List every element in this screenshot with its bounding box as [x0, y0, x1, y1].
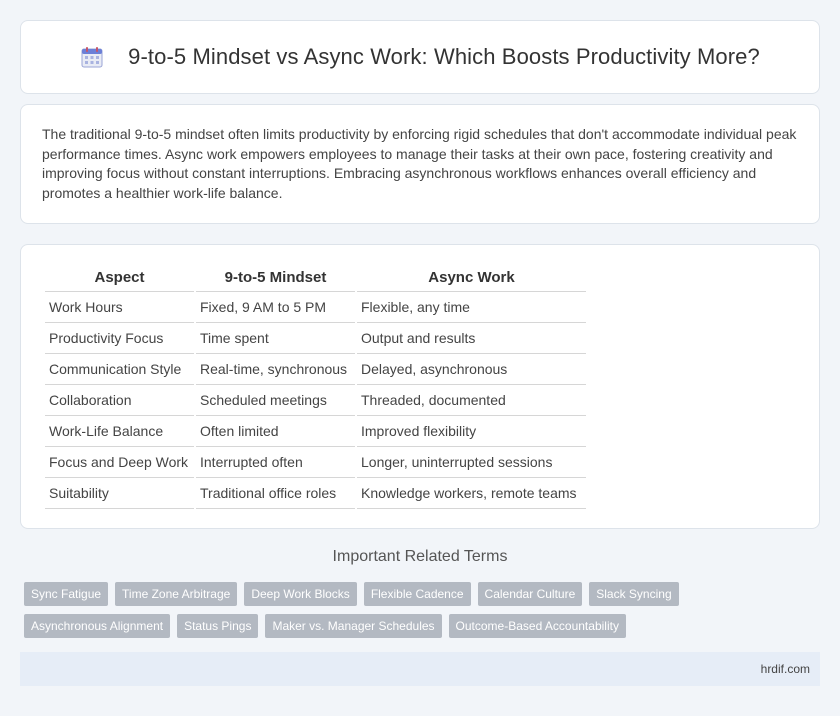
tag-outcome-based-accountability[interactable]: Outcome-Based Accountability: [448, 614, 626, 638]
cell-async: Output and results: [357, 323, 586, 354]
related-tags-row: Sync Fatigue Time Zone Arbitrage Deep Wo…: [24, 582, 824, 606]
table-row: Communication Style Real-time, synchrono…: [45, 354, 586, 385]
cell-9-to-5: Real-time, synchronous: [196, 354, 355, 385]
tag-flexible-cadence[interactable]: Flexible Cadence: [363, 582, 471, 606]
cell-aspect: Work Hours: [45, 292, 194, 323]
cell-aspect: Productivity Focus: [45, 323, 194, 354]
intro-text: The traditional 9-to-5 mindset often lim…: [42, 126, 797, 201]
calendar-icon: [80, 45, 104, 69]
tag-calendar-culture[interactable]: Calendar Culture: [477, 582, 583, 606]
tag-deep-work-blocks[interactable]: Deep Work Blocks: [244, 582, 357, 606]
comparison-table: Aspect 9-to-5 Mindset Async Work Work Ho…: [43, 264, 588, 509]
title-card: 9-to-5 Mindset vs Async Work: Which Boos…: [20, 20, 820, 94]
cell-9-to-5: Scheduled meetings: [196, 385, 355, 416]
table-row: Suitability Traditional office roles Kno…: [45, 478, 586, 509]
tag-status-pings[interactable]: Status Pings: [177, 614, 259, 638]
intro-card: The traditional 9-to-5 mindset often lim…: [20, 104, 820, 224]
table-row: Collaboration Scheduled meetings Threade…: [45, 385, 586, 416]
tag-asynchronous-alignment[interactable]: Asynchronous Alignment: [24, 614, 171, 638]
title-wrap: 9-to-5 Mindset vs Async Work: Which Boos…: [80, 44, 760, 70]
cell-9-to-5: Time spent: [196, 323, 355, 354]
tag-slack-syncing[interactable]: Slack Syncing: [589, 582, 679, 606]
header-async: Async Work: [357, 264, 586, 292]
table-header-row: Aspect 9-to-5 Mindset Async Work: [45, 264, 586, 292]
tag-sync-fatigue[interactable]: Sync Fatigue: [24, 582, 109, 606]
related-terms-heading: Important Related Terms: [332, 548, 508, 565]
cell-9-to-5: Traditional office roles: [196, 478, 355, 509]
cell-async: Flexible, any time: [357, 292, 586, 323]
table-row: Work-Life Balance Often limited Improved…: [45, 416, 586, 447]
table-row: Productivity Focus Time spent Output and…: [45, 323, 586, 354]
cell-aspect: Communication Style: [45, 354, 194, 385]
cell-aspect: Collaboration: [45, 385, 194, 416]
cell-async: Delayed, asynchronous: [357, 354, 586, 385]
header-aspect: Aspect: [45, 264, 194, 292]
cell-async: Improved flexibility: [357, 416, 586, 447]
cell-aspect: Focus and Deep Work: [45, 447, 194, 478]
table-row: Focus and Deep Work Interrupted often Lo…: [45, 447, 586, 478]
cell-9-to-5: Interrupted often: [196, 447, 355, 478]
cell-aspect: Work-Life Balance: [45, 416, 194, 447]
cell-9-to-5: Often limited: [196, 416, 355, 447]
cell-async: Longer, uninterrupted sessions: [357, 447, 586, 478]
tag-time-zone-arbitrage[interactable]: Time Zone Arbitrage: [115, 582, 238, 606]
cell-aspect: Suitability: [45, 478, 194, 509]
related-tags-row: Asynchronous Alignment Status Pings Make…: [24, 614, 824, 638]
page-title: 9-to-5 Mindset vs Async Work: Which Boos…: [128, 44, 760, 69]
table-row: Work Hours Fixed, 9 AM to 5 PM Flexible,…: [45, 292, 586, 323]
cell-9-to-5: Fixed, 9 AM to 5 PM: [196, 292, 355, 323]
cell-async: Threaded, documented: [357, 385, 586, 416]
footer-site[interactable]: hrdif.com: [761, 662, 810, 676]
comparison-card: Aspect 9-to-5 Mindset Async Work Work Ho…: [20, 244, 820, 529]
header-9-to-5: 9-to-5 Mindset: [196, 264, 355, 292]
cell-async: Knowledge workers, remote teams: [357, 478, 586, 509]
tag-maker-vs-manager[interactable]: Maker vs. Manager Schedules: [265, 614, 442, 638]
footer: hrdif.com: [20, 652, 820, 686]
